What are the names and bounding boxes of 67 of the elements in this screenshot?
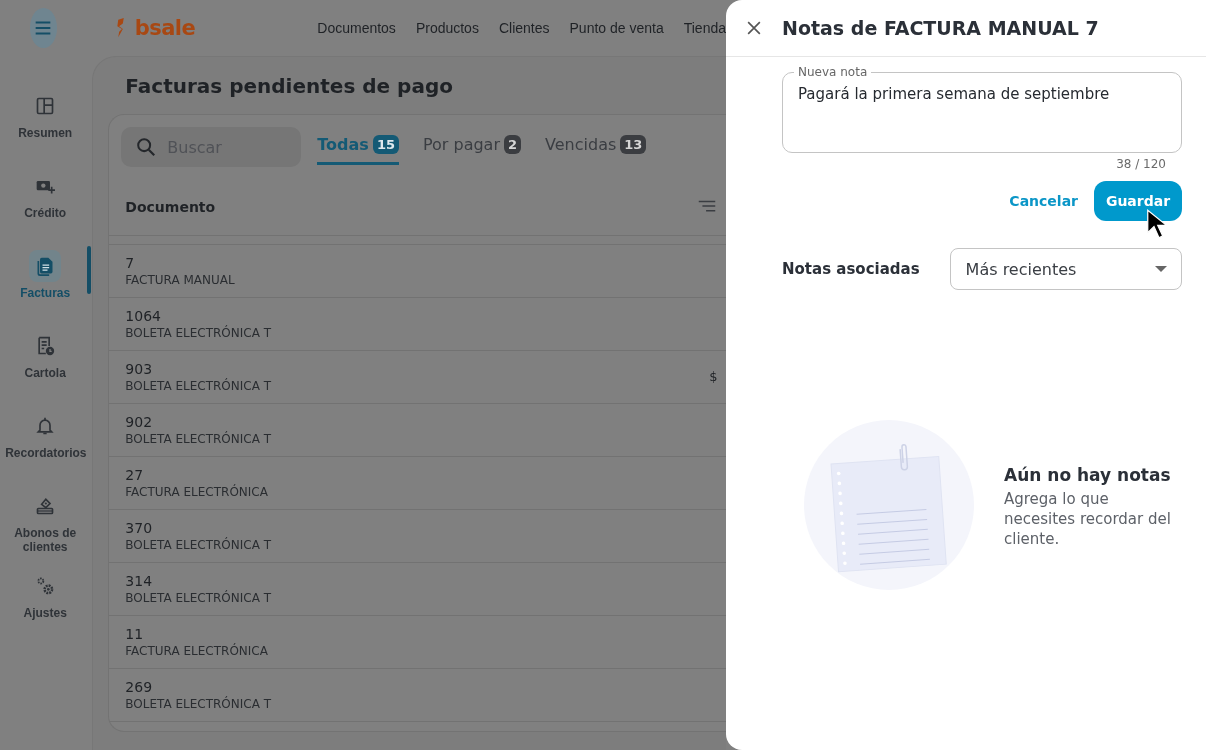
note-field[interactable]: Nueva nota Pagará la primera semana de septiembre	[782, 65, 1182, 153]
tab[interactable]: Vencidas 13	[545, 127, 647, 165]
document-icon	[35, 256, 56, 276]
layout-icon	[35, 96, 56, 116]
document-number: 902	[125, 412, 153, 431]
document-number: 370	[125, 518, 153, 537]
document-type: BOLETA ELECTRÓNICA T	[125, 695, 272, 713]
count-badge: 2	[504, 135, 522, 154]
sidebar-item[interactable]: Crédito	[0, 166, 91, 246]
document-number: 314	[125, 571, 153, 590]
character-counter: 38 / 120	[1116, 157, 1166, 171]
save-button[interactable]: Guardar	[1094, 181, 1182, 221]
empty-title: Aún no hay notas	[1004, 465, 1172, 485]
drawer-title: Notas de FACTURA MANUAL 7	[782, 17, 1099, 39]
document-number: 27	[125, 465, 144, 484]
empty-message: Agrega lo que necesites recordar del cliente.	[1004, 489, 1172, 549]
search-icon	[135, 136, 158, 158]
caret-icon	[1155, 266, 1167, 272]
sidebar-item[interactable]: Ajustes	[0, 566, 91, 646]
sidebar-item[interactable]: Resumen	[0, 86, 91, 166]
nav-link[interactable]: Tienda	[683, 20, 726, 36]
count-badge: 13	[620, 135, 647, 154]
tab[interactable]: Por pagar 2	[422, 127, 522, 165]
sidebar-item[interactable]: Facturas	[0, 246, 91, 326]
amount-text: $	[709, 369, 718, 384]
section-label: Notas asociadas	[782, 260, 920, 278]
table-row[interactable]: 1064 BOLETA ELECTRÓNICA T	[109, 297, 726, 350]
table-row[interactable]: 11 FACTURA ELECTRÓNICA	[109, 615, 726, 668]
nav-link[interactable]: Clientes	[498, 20, 550, 36]
sidebar-item[interactable]: Abonos de clientes	[0, 486, 91, 566]
table-row[interactable]: 902 BOLETA ELECTRÓNICA T	[109, 403, 726, 456]
page-title: Facturas pendientes de pago	[124, 72, 454, 100]
gears-icon	[35, 576, 56, 596]
nav-link[interactable]: Punto de venta	[569, 20, 664, 36]
sidebar-item[interactable]: Cartola	[0, 326, 91, 406]
tab[interactable]: Todas 15	[317, 127, 399, 165]
sidebar-item[interactable]: Recordatorios	[0, 406, 91, 486]
nav-link[interactable]: Documentos	[317, 20, 396, 36]
document-type: BOLETA ELECTRÓNICA T	[125, 377, 272, 395]
statement-clock-icon	[35, 336, 56, 356]
document-type: BOLETA ELECTRÓNICA T	[125, 536, 272, 554]
document-number: 1064	[125, 306, 161, 325]
document-type: FACTURA ELECTRÓNICA	[125, 642, 268, 660]
count-badge: 15	[372, 135, 399, 154]
bell-icon	[35, 416, 56, 436]
document-number: 269	[125, 677, 153, 696]
cancel-button[interactable]: Cancelar	[1009, 185, 1078, 217]
nav-link[interactable]: Productos	[415, 20, 479, 36]
table-row[interactable]: 7 FACTURA MANUAL	[109, 244, 726, 297]
document-number: 903	[125, 359, 153, 378]
table-row[interactable]: 314 BOLETA ELECTRÓNICA T	[109, 562, 726, 615]
document-number: 7	[125, 253, 135, 272]
column-header: Documento	[125, 199, 216, 215]
document-type: BOLETA ELECTRÓNICA T	[125, 430, 272, 448]
table-row[interactable]: 269 BOLETA ELECTRÓNICA T	[109, 668, 726, 722]
document-type: BOLETA ELECTRÓNICA T	[125, 324, 272, 342]
document-number: 11	[125, 624, 144, 643]
table-row[interactable]: 370 BOLETA ELECTRÓNICA T	[109, 509, 726, 562]
document-type: BOLETA ELECTRÓNICA T	[125, 589, 272, 607]
sort-dropdown[interactable]: Más recientes	[949, 248, 1182, 290]
table-row[interactable]: 27 FACTURA ELECTRÓNICA	[109, 456, 726, 509]
table-row[interactable]: 903 BOLETA ELECTRÓNICA T $	[109, 350, 726, 403]
logo-text: bsale	[134, 17, 196, 39]
document-type: FACTURA MANUAL	[125, 271, 235, 289]
document-type: FACTURA ELECTRÓNICA	[125, 483, 268, 501]
hand-coin-icon	[35, 496, 56, 516]
field-label: Nueva nota	[797, 65, 869, 79]
